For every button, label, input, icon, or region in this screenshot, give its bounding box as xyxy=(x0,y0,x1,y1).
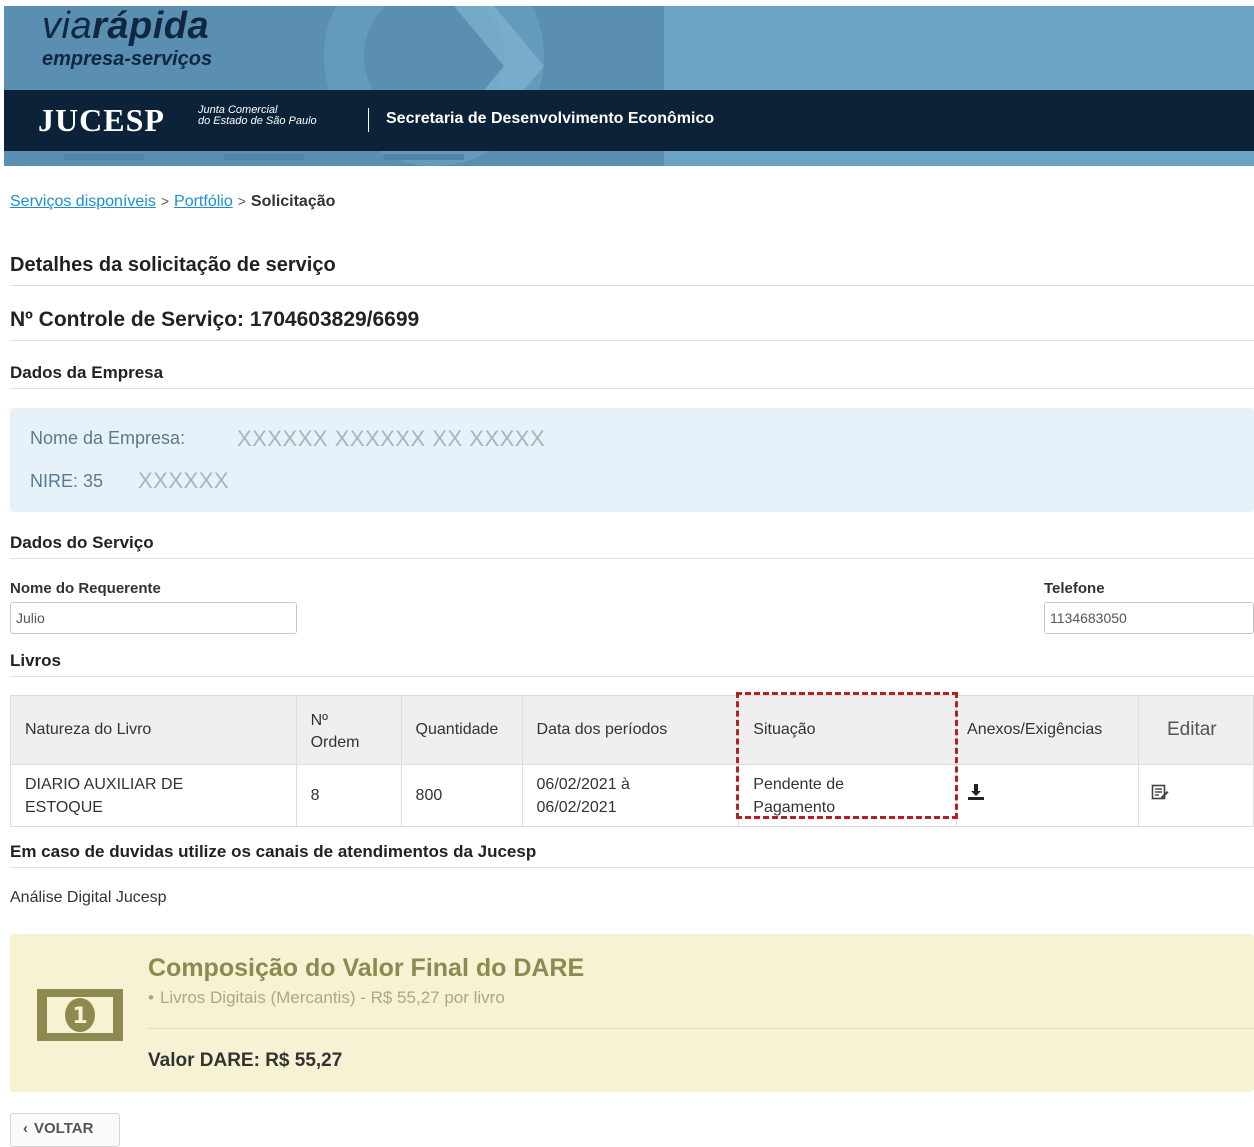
breadcrumb: Serviços disponíveis > Portfólio > Solicitaç… xyxy=(10,193,335,211)
dare-total: Valor DARE: R$ 55,27 xyxy=(148,1050,343,1071)
column-header-situacao: Situação xyxy=(738,695,958,765)
cell-data: 06/02/2021 à 06/02/2021 xyxy=(521,764,740,827)
breadcrumb-current: Solicitação xyxy=(250,193,336,210)
dare-title: Composição do Valor Final do DARE xyxy=(148,954,585,982)
site-header: viarápida empresa-serviços JUCESP Junta … xyxy=(4,6,1254,166)
requerente-label: Nome do Requerente xyxy=(10,580,161,597)
company-info-panel: Nome da Empresa: XXXXXX XXXXXX XX XXXXX … xyxy=(10,408,1254,512)
page-title: Detalhes da solicitação de serviço xyxy=(10,254,336,276)
contato-text: Análise Digital Jucesp xyxy=(10,889,167,906)
column-header-ordem: Nº Ordem xyxy=(295,695,402,765)
cell-situacao-line2: Pagamento xyxy=(753,798,836,816)
table-header-row: Natureza do Livro Nº Ordem Quantidade Da… xyxy=(10,695,1254,765)
chevron-left-icon: ‹ xyxy=(23,1120,28,1137)
telefone-input[interactable] xyxy=(1044,602,1254,634)
telefone-label: Telefone xyxy=(1044,580,1105,597)
brand-logo[interactable]: viarápida xyxy=(42,6,209,46)
bullet: • xyxy=(148,988,154,1007)
column-header-data: Data dos períodos xyxy=(521,695,740,765)
jucesp-logo[interactable]: JUCESP xyxy=(38,102,165,139)
cell-quantidade: 800 xyxy=(400,764,523,827)
section-title-servico: Dados do Serviço xyxy=(10,533,154,552)
back-button-label: VOLTAR xyxy=(34,1120,94,1137)
column-header-ordem-line1: Nº xyxy=(310,712,329,729)
nire-value: XXXXXX xyxy=(138,468,230,493)
section-title-livros: Livros xyxy=(10,651,62,670)
divider xyxy=(10,676,1254,677)
money-bill-icon: 1 xyxy=(37,989,123,1041)
edit-icon[interactable] xyxy=(1151,783,1169,801)
divider xyxy=(10,558,1254,559)
divider xyxy=(10,388,1254,389)
requerente-input[interactable] xyxy=(10,602,297,634)
header-divider xyxy=(368,108,369,132)
column-header-anexos: Anexos/Exigências xyxy=(956,695,1139,765)
section-title-contato: Em caso de duvidas utilize os canais de … xyxy=(10,842,537,861)
cell-situacao-line1: Pendente de xyxy=(753,775,845,793)
cell-data-line1: 06/02/2021 à xyxy=(536,775,630,793)
divider xyxy=(10,340,1254,341)
cell-natureza-line2: ESTOQUE xyxy=(25,798,103,816)
cell-editar xyxy=(1137,764,1254,827)
divider xyxy=(10,867,1254,868)
breadcrumb-separator: > xyxy=(237,193,246,209)
breadcrumb-servicos-link[interactable]: Serviços disponíveis xyxy=(10,193,156,210)
dare-item-text: Livros Digitais (Mercantis) - R$ 55,27 p… xyxy=(159,988,505,1007)
secretaria-title: Secretaria de Desenvolvimento Econômico xyxy=(386,110,715,127)
dare-item: • Livros Digitais (Mercantis) - R$ 55,27 … xyxy=(148,988,505,1008)
cell-situacao: Pendente de Pagamento xyxy=(738,764,958,827)
cell-natureza-line1: DIARIO AUXILIAR DE xyxy=(25,775,184,793)
breadcrumb-portfolio-link[interactable]: Portfólio xyxy=(174,193,233,210)
cell-anexos xyxy=(956,764,1139,827)
cell-ordem: 8 xyxy=(295,764,402,827)
breadcrumb-separator: > xyxy=(160,193,170,209)
download-icon[interactable] xyxy=(967,783,985,801)
column-header-editar: Editar xyxy=(1137,695,1254,765)
brand-subtitle: empresa-serviços xyxy=(42,48,213,70)
control-number: Nº Controle de Serviço: 1704603829/6699 xyxy=(10,308,420,331)
livros-table: Natureza do Livro Nº Ordem Quantidade Da… xyxy=(10,695,1254,827)
table-row: DIARIO AUXILIAR DE ESTOQUE 8 800 06/02/2… xyxy=(10,764,1254,827)
dare-panel: 1 Composição do Valor Final do DARE • Liv… xyxy=(10,934,1254,1092)
column-header-ordem-line2: Ordem xyxy=(310,734,360,751)
svg-text:1: 1 xyxy=(72,1004,87,1029)
divider xyxy=(148,1028,1254,1029)
section-title-empresa: Dados da Empresa xyxy=(10,363,164,382)
cell-natureza: DIARIO AUXILIAR DE ESTOQUE xyxy=(10,764,297,827)
nire-label: NIRE: 35 xyxy=(30,471,104,491)
company-name-label: Nome da Empresa: xyxy=(30,428,186,448)
divider xyxy=(10,285,1254,286)
jucesp-tagline-line2: do Estado de São Paulo xyxy=(198,115,317,127)
jucesp-tagline: Junta Comercial do Estado de São Paulo xyxy=(198,105,317,127)
column-header-natureza: Natureza do Livro xyxy=(10,695,297,765)
column-header-quantidade: Quantidade xyxy=(400,695,523,765)
government-bar: JUCESP Junta Comercial do Estado de São … xyxy=(4,90,1254,151)
cell-data-line2: 06/02/2021 xyxy=(536,798,617,816)
company-name-value: XXXXXX XXXXXX XX XXXXX xyxy=(237,426,546,451)
